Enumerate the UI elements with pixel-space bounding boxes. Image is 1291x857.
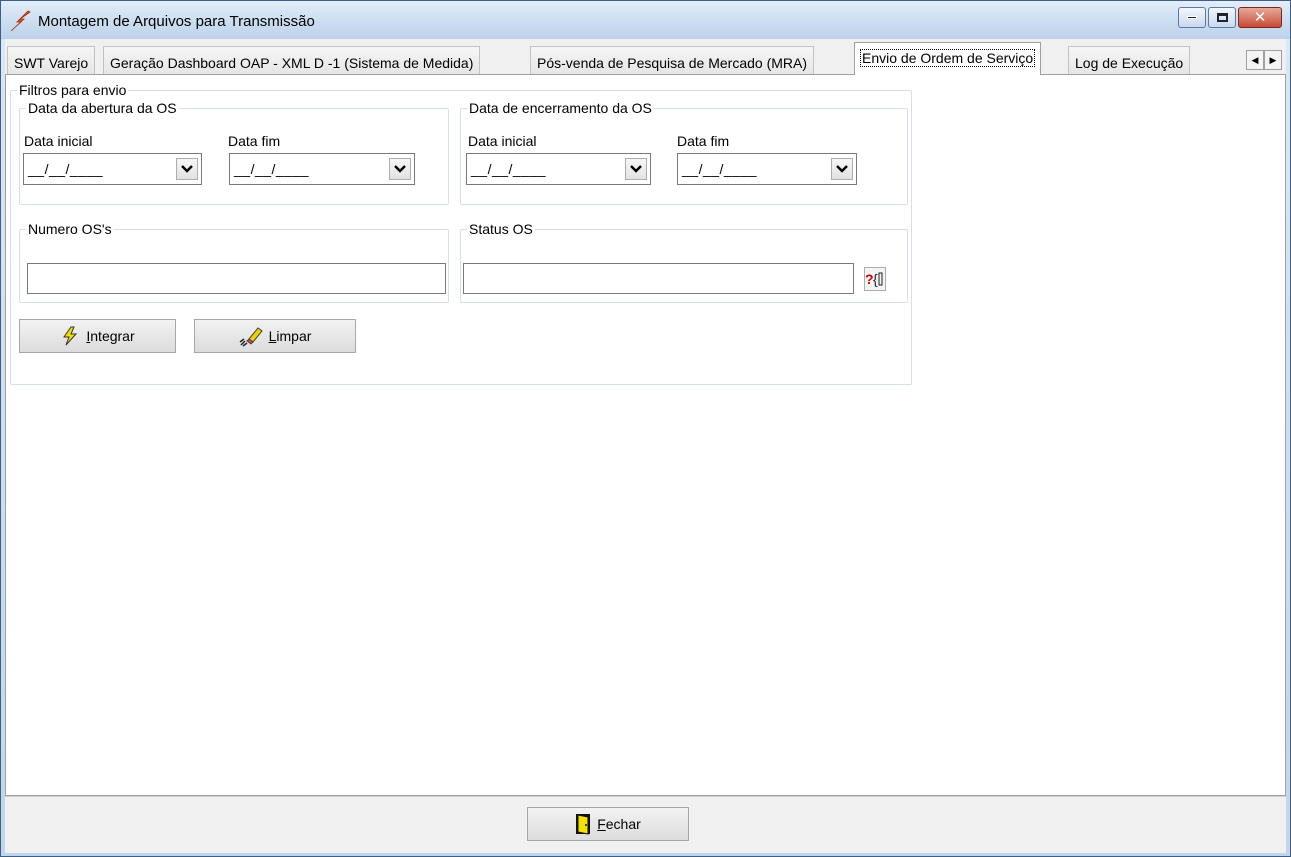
tab-log-execucao[interactable]: Log de Execução	[1068, 46, 1191, 74]
numero-os-group-title: Numero OS's	[28, 221, 112, 237]
main-window: Montagem de Arquivos para Transmissão ✕ …	[0, 0, 1291, 857]
chevron-down-icon	[181, 165, 193, 173]
svg-text:{: {	[873, 271, 878, 287]
dropdown-button[interactable]	[625, 158, 647, 180]
abertura-start-date-picker[interactable]: __/__/____	[23, 153, 202, 185]
encerramento-end-date-picker[interactable]: __/__/____	[677, 153, 857, 185]
status-os-group-title: Status OS	[469, 221, 533, 237]
fechar-button[interactable]: Fechar	[527, 807, 689, 841]
status-os-lookup-button[interactable]: ? {	[864, 267, 886, 291]
dropdown-button[interactable]	[176, 158, 198, 180]
tab-label: Geração Dashboard OAP - XML D -1 (Sistem…	[110, 55, 474, 71]
tab-scroll-buttons: ◀ ▶	[1246, 50, 1282, 70]
tab-strip: SWT Varejo Geração Dashboard OAP - XML D…	[5, 42, 1286, 75]
eraser-icon	[239, 327, 263, 347]
date-value: __/__/____	[28, 161, 104, 177]
tab-label: Envio de Ordem de Serviço	[859, 49, 1036, 67]
dropdown-button[interactable]	[831, 158, 853, 180]
window-title: Montagem de Arquivos para Transmissão	[38, 13, 315, 30]
tab-label: SWT Varejo	[14, 55, 89, 71]
chevron-down-icon	[394, 165, 406, 173]
chevron-down-icon	[836, 165, 848, 173]
client-area: SWT Varejo Geração Dashboard OAP - XML D…	[5, 39, 1286, 853]
close-icon: ✕	[1253, 8, 1267, 26]
status-os-input[interactable]	[463, 263, 854, 294]
tab-pos-venda[interactable]: Pós-venda de Pesquisa de Mercado (MRA)	[530, 46, 815, 74]
encerramento-start-date-picker[interactable]: __/__/____	[466, 153, 651, 185]
tab-geracao-dashboard[interactable]: Geração Dashboard OAP - XML D -1 (Sistem…	[103, 46, 481, 74]
maximize-icon	[1216, 13, 1228, 22]
close-button[interactable]: ✕	[1238, 7, 1282, 28]
lightning-icon	[63, 326, 78, 346]
integrar-label: Integrar	[86, 328, 135, 344]
encerramento-end-label: Data fim	[677, 133, 730, 149]
app-bolt-icon	[10, 10, 31, 32]
date-value: __/__/____	[682, 161, 758, 177]
fechar-label: Fechar	[597, 816, 641, 832]
tab-label: Log de Execução	[1075, 55, 1184, 71]
tab-envio-ordem-servico[interactable]: Envio de Ordem de Serviço	[854, 42, 1042, 75]
encerramento-group-title: Data de encerramento da OS	[469, 100, 652, 116]
abertura-end-date-picker[interactable]: __/__/____	[229, 153, 415, 185]
tab-page-envio-ordem-servico: Filtros para envio Data da abertura da O…	[5, 74, 1286, 796]
minimize-button[interactable]	[1178, 7, 1206, 28]
window-controls: ✕	[1178, 7, 1282, 28]
exit-door-icon	[576, 814, 591, 835]
encerramento-start-label: Data inicial	[468, 133, 537, 149]
tab-label: Pós-venda de Pesquisa de Mercado (MRA)	[537, 55, 808, 71]
dropdown-button[interactable]	[389, 158, 411, 180]
abertura-group-title: Data da abertura da OS	[28, 100, 177, 116]
date-value: __/__/____	[471, 161, 547, 177]
integrar-button[interactable]: Integrar	[19, 319, 176, 353]
tab-scroll-right-icon[interactable]: ▶	[1264, 50, 1282, 70]
title-bar[interactable]: Montagem de Arquivos para Transmissão ✕	[1, 1, 1290, 39]
limpar-label: Limpar	[268, 328, 312, 344]
maximize-button[interactable]	[1208, 7, 1236, 28]
tab-swt-varejo[interactable]: SWT Varejo	[7, 46, 96, 74]
chevron-down-icon	[630, 165, 642, 173]
abertura-end-label: Data fim	[228, 133, 281, 149]
filtros-group-title: Filtros para envio	[19, 82, 127, 98]
tab-scroll-left-icon[interactable]: ◀	[1246, 50, 1264, 70]
lookup-icon: ? {	[865, 271, 883, 287]
abertura-start-label: Data inicial	[24, 133, 93, 149]
date-value: __/__/____	[234, 161, 310, 177]
bottom-bar: Fechar	[5, 796, 1286, 853]
limpar-button[interactable]: Limpar	[194, 319, 356, 353]
numero-os-input[interactable]	[27, 263, 446, 294]
minimize-icon	[1187, 16, 1197, 19]
